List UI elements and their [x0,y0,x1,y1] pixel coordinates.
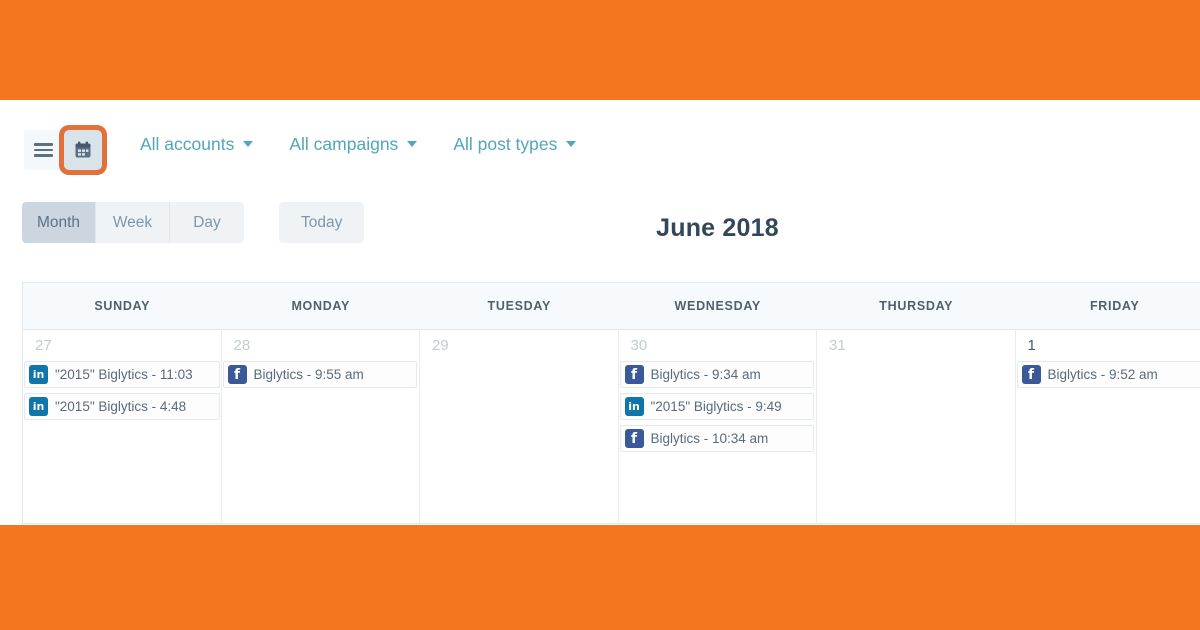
top-orange-band [0,0,1200,100]
facebook-icon: f [624,429,644,448]
linkedin-icon: in [29,365,48,384]
calendar-event[interactable]: f Biglytics - 9:55 am [222,361,417,388]
day-number: 29 [432,337,449,354]
dropdown-all-post-types[interactable]: All post types [453,133,577,155]
day-events: in "2015" Biglytics - 11:03 in "2015" Bigly… [23,361,221,420]
calendar-day-cell[interactable]: 30 f Biglytics - 9:34 am in "2015" Biglytics… [619,330,817,523]
chevron-down-icon [407,141,418,147]
calendar-event[interactable]: f Biglytics - 9:34 am [619,361,814,388]
calendar-day-cell[interactable]: 27 in "2015" Biglytics - 11:03 in "2015" Big… [23,330,222,523]
weekday-sunday: SUNDAY [94,299,151,313]
dropdown-all-accounts-label: All accounts [140,133,235,154]
weekday-wednesday: WEDNESDAY [674,299,761,313]
calendar-event-label: Biglytics - 9:52 am [1047,367,1158,382]
calendar-day-cell[interactable]: 28 f Biglytics - 9:55 am [222,330,420,523]
dropdown-all-campaigns-label: All campaigns [289,133,399,154]
day-number: 1 [1027,337,1036,354]
weekday-thursday: THURSDAY [879,299,954,313]
calendar-icon [75,141,91,158]
top-toolbar: All accounts All campaigns All post type… [0,100,1200,188]
calendar-event-label: "2015" Biglytics - 4:48 [55,399,187,414]
calendar-day-cell[interactable]: 31 [817,330,1016,523]
screenshot-root: All accounts All campaigns All post type… [0,0,1200,630]
weekday-monday: MONDAY [291,299,351,313]
dropdown-all-campaigns[interactable]: All campaigns [289,133,418,155]
calendar-day-cells: 27 in "2015" Biglytics - 11:03 in "2015" Big… [23,330,1200,523]
bottom-orange-band [0,525,1200,630]
day-events: f Biglytics - 9:55 am [222,361,420,388]
weekday-friday: FRIDAY [1089,299,1140,313]
view-mode-icon-group [24,130,102,170]
day-events: f Biglytics - 9:52 am [1016,361,1200,388]
hamburger-icon [33,140,53,161]
weekday-tuesday: TUESDAY [487,299,551,313]
chevron-down-icon [243,141,254,147]
day-events: f Biglytics - 9:34 am in "2015" Biglytics -… [619,361,817,452]
view-controls-row: Month Week Day Today June 2018 [0,188,1200,276]
facebook-icon: f [1021,365,1041,384]
calendar-event[interactable]: in "2015" Biglytics - 11:03 [24,361,220,388]
hamburger-icon-button[interactable] [24,130,62,170]
calendar-event-label: Biglytics - 10:34 am [650,431,769,446]
day-number: 27 [35,337,52,354]
calendar-day-cell[interactable]: 1 f Biglytics - 9:52 am [1016,330,1200,523]
calendar-event-label: Biglytics - 9:34 am [650,367,761,382]
linkedin-icon: in [624,397,644,416]
chevron-down-icon [566,141,577,147]
calendar-grid: SUNDAY MONDAY TUESDAY WEDNESDAY THURSDAY… [22,282,1200,524]
day-number: 31 [829,337,846,354]
calendar-event[interactable]: in "2015" Biglytics - 4:48 [24,393,220,420]
calendar-weekday-header: SUNDAY MONDAY TUESDAY WEDNESDAY THURSDAY… [23,283,1200,330]
filter-dropdowns: All accounts All campaigns All post type… [140,100,612,188]
linkedin-icon: in [29,397,48,416]
calendar-event[interactable]: f Biglytics - 10:34 am [619,425,814,452]
calendar-icon-button[interactable] [64,130,102,170]
day-number: 30 [630,337,648,354]
facebook-icon: f [624,365,644,384]
day-number: 28 [233,337,251,354]
page-title: June 2018 [656,214,779,242]
calendar-event-label: "2015" Biglytics - 9:49 [650,399,782,414]
calendar-event[interactable]: in "2015" Biglytics - 9:49 [619,393,814,420]
calendar-event-label: Biglytics - 9:55 am [253,367,364,382]
calendar-event-label: "2015" Biglytics - 11:03 [55,367,193,382]
dropdown-all-post-types-label: All post types [453,133,558,154]
calendar-event[interactable]: f Biglytics - 9:52 am [1016,361,1200,388]
dropdown-all-accounts[interactable]: All accounts [140,133,254,155]
calendar-day-cell[interactable]: 29 [420,330,619,523]
facebook-icon: f [227,365,247,384]
